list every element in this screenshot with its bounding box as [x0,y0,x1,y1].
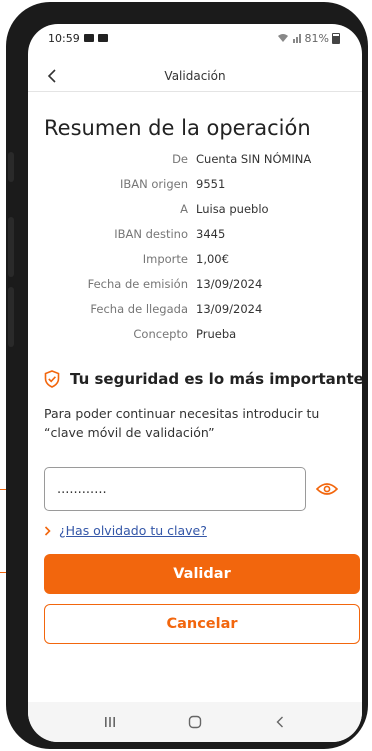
summary-value: 13/09/2024 [196,277,263,291]
cancel-button[interactable]: Cancelar [44,604,360,644]
summary-label: Fecha de llegada [90,302,188,316]
back-button[interactable] [40,64,64,88]
summary-row: Importe 1,00€ [28,252,362,272]
show-password-button[interactable] [314,477,340,501]
system-back-button[interactable] [260,707,300,737]
summary-value: 3445 [196,227,226,241]
chevron-left-icon [47,69,56,83]
chevron-right-icon [44,525,51,536]
summary-label: Fecha de emisión [87,277,188,291]
summary-row: A Luisa pueblo [28,202,362,222]
screen: 10:59 81% Validación Resumen de la opera… [28,24,362,742]
back-arrow-icon [276,716,283,728]
security-heading: Tu seguridad es lo más importante [44,370,362,388]
eye-icon [316,483,338,495]
forgot-password-link[interactable]: ¿Has olvidado tu clave? [59,523,207,538]
volume-up-button [8,217,14,277]
summary-value: Prueba [196,327,237,341]
status-time: 10:59 [48,31,80,45]
summary-value: 13/09/2024 [196,302,263,316]
summary-row: Fecha de emisión 13/09/2024 [28,277,362,297]
summary-value: 1,00€ [196,252,229,266]
home-button[interactable] [175,707,215,737]
phone-frame: 10:59 81% Validación Resumen de la opera… [6,2,368,749]
summary-label: IBAN origen [119,177,188,191]
video-notification-icon [83,34,94,42]
summary-row: IBAN destino 3445 [28,227,362,247]
summary-value: 9551 [196,177,226,191]
summary-label: De [172,152,188,166]
password-input[interactable] [44,467,306,511]
summary-label: A [180,202,188,216]
forgot-password-row: ¿Has olvidado tu clave? [44,523,207,538]
header-title: Validación [164,68,226,83]
volume-down-button [8,287,14,347]
summary-row: IBAN origen 9551 [28,177,362,197]
summary-value: Cuenta SIN NÓMINA [196,152,312,166]
validate-button[interactable]: Validar [44,554,360,594]
battery-percent: 81% [304,31,329,45]
top-nav-bar: Validación [28,60,362,92]
summary-row: Concepto Prueba [28,327,362,347]
recent-apps-button[interactable] [90,707,130,737]
signal-icon [292,34,301,43]
home-icon [188,715,202,729]
system-navigation-bar [28,702,362,742]
security-description: Para poder continuar necesitas introduci… [44,406,320,440]
status-bar: 10:59 81% [28,24,362,52]
security-title: Tu seguridad es lo más importante [70,370,362,388]
battery-icon [332,32,340,44]
wifi-icon [277,34,288,42]
shield-check-icon [44,370,60,388]
summary-row: De Cuenta SIN NÓMINA [28,152,362,172]
page-title: Resumen de la operación [44,116,311,140]
summary-label: Importe [142,252,188,266]
image-notification-icon [97,34,108,42]
summary-label: Concepto [133,327,188,341]
side-button [8,152,14,182]
summary-value: Luisa pueblo [196,202,269,216]
recent-apps-icon [105,717,116,727]
summary-row: Fecha de llegada 13/09/2024 [28,302,362,322]
summary-label: IBAN destino [114,227,188,241]
